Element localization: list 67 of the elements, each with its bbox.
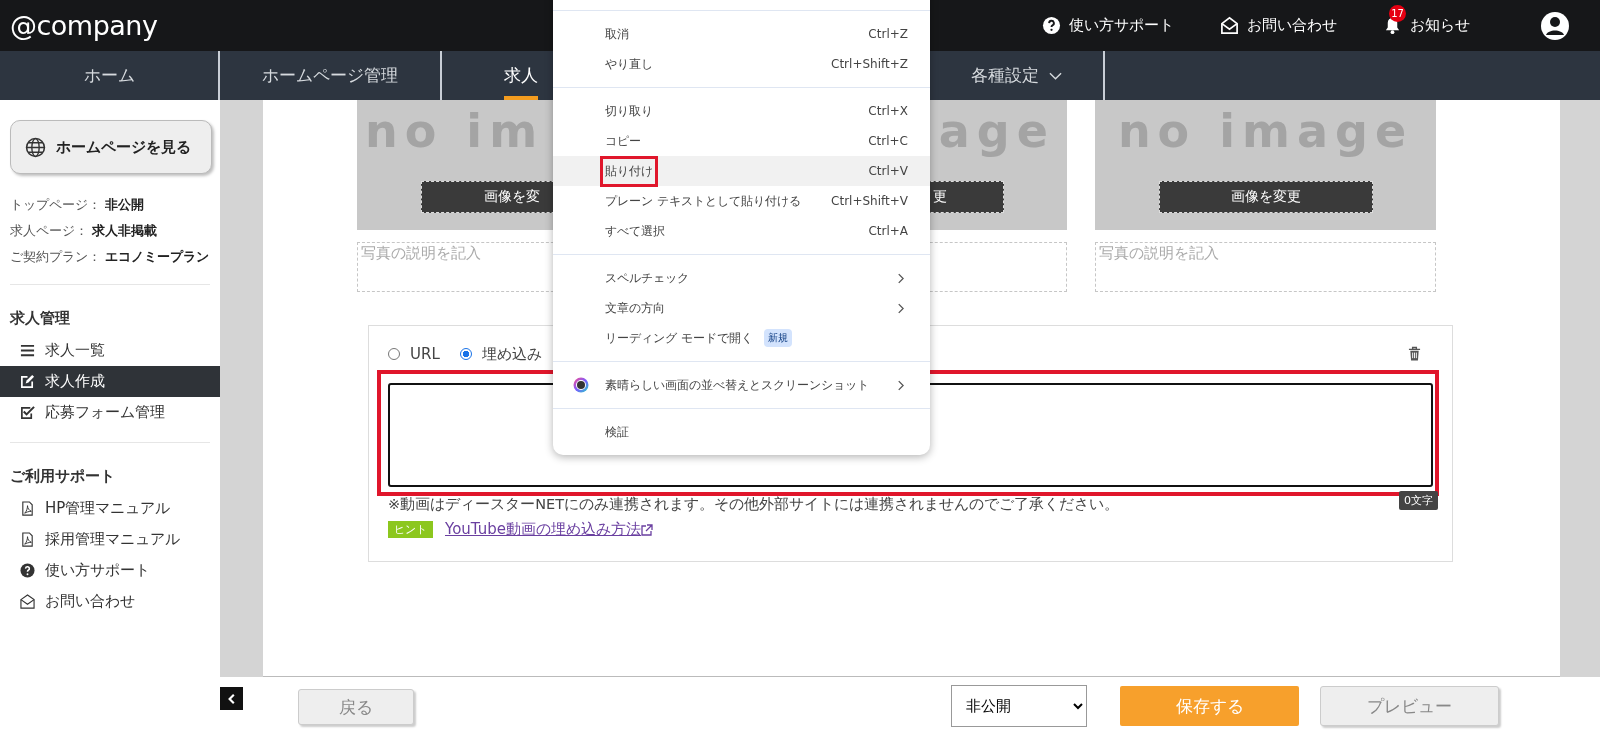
menu-item[interactable]: やり直し Ctrl+Shift+Z — [553, 49, 930, 79]
sidebar-item[interactable]: 応募フォーム管理 — [0, 397, 220, 428]
envelope-icon — [20, 594, 35, 609]
status-select[interactable]: 非公開 — [951, 685, 1087, 727]
app-icon — [573, 377, 589, 393]
shortcut-text: Ctrl+Z — [868, 27, 908, 41]
menu-item[interactable]: 文章の方向 — [553, 293, 930, 323]
menu-item[interactable]: 素晴らしい画面の並べ替えとスクリーンショット — [553, 370, 930, 400]
trash-icon[interactable] — [1408, 346, 1421, 362]
chevron-right-icon — [897, 302, 904, 314]
character-count: 0文字 — [1399, 491, 1438, 510]
shortcut-text: Ctrl+X — [868, 104, 908, 118]
document-icon — [20, 532, 35, 547]
sidebar-item[interactable]: お問い合わせ — [0, 586, 220, 617]
change-image-button[interactable]: 画像を変更 — [1158, 181, 1373, 213]
sidebar-item[interactable]: 採用管理マニュアル — [0, 524, 220, 555]
menu-item[interactable]: コピー Ctrl+C — [553, 126, 930, 156]
status-label: ご契約プラン： — [10, 248, 101, 266]
header-link[interactable]: お問い合わせ — [1220, 2, 1337, 49]
help-link[interactable]: YouTube動画の埋め込み方法 — [445, 520, 641, 539]
shortcut-text: Ctrl+A — [868, 224, 908, 238]
hint-badge: ヒント — [388, 521, 433, 538]
shortcut-text: Ctrl+Shift+Z — [831, 57, 908, 71]
collapse-button[interactable] — [220, 687, 243, 710]
company-logo[interactable]: @company — [10, 10, 158, 41]
chevron-right-icon — [897, 272, 904, 284]
shortcut-text: Ctrl+Shift+V — [831, 194, 908, 208]
sidebar-item[interactable]: 求人一覧 — [0, 335, 220, 366]
status-value: 非公開 — [105, 196, 144, 214]
menu-item[interactable]: 貼り付け Ctrl+V — [553, 156, 930, 186]
sidebar-item[interactable]: 使い方サポート — [0, 555, 220, 586]
sidebar-item[interactable]: HP管理マニュアル — [0, 493, 220, 524]
menu-item[interactable]: 切り取り Ctrl+X — [553, 96, 930, 126]
menu-item[interactable]: リーディング モードで開く 新規 — [553, 323, 930, 353]
avatar-icon[interactable] — [1540, 10, 1570, 41]
new-badge: 新規 — [763, 329, 792, 347]
help-icon — [1042, 16, 1061, 35]
document-icon — [20, 501, 35, 516]
status-label: 求人ページ： — [10, 222, 88, 240]
note-text: ※動画はディースターNETにのみ連携されます。その他外部サイトには連携されませんのでご了承ください。 — [388, 495, 1119, 514]
status-label: トップページ： — [10, 196, 101, 214]
status-value: エコノミープラン — [105, 248, 209, 266]
menu-item[interactable]: 検証 — [553, 417, 930, 447]
header-link[interactable]: 使い方サポート — [1042, 2, 1174, 49]
sidebar-item[interactable]: 求人作成 — [0, 366, 220, 397]
chevron-right-icon — [897, 379, 904, 391]
view-homepage-button[interactable]: ホームページを見る — [10, 120, 212, 174]
shortcut-text: Ctrl+V — [868, 164, 908, 178]
checkbox-icon — [20, 405, 35, 420]
notification-count: 17 — [1389, 5, 1406, 22]
envelope-icon — [1220, 16, 1239, 35]
header-link[interactable]: 17 お知らせ — [1383, 2, 1470, 49]
radio-button[interactable] — [459, 348, 472, 360]
section-title: 求人管理 — [8, 307, 71, 329]
radio-button[interactable] — [388, 348, 400, 360]
list-icon — [20, 343, 35, 358]
radio-option[interactable]: URL — [388, 345, 440, 363]
caption-field[interactable]: 写真の説明を記入 — [1095, 242, 1436, 292]
globe-icon — [25, 136, 46, 158]
edit-icon — [20, 374, 35, 389]
radio-option[interactable]: 埋め込み — [459, 344, 542, 364]
section-title: ご利用サポート — [9, 465, 116, 487]
menu-item[interactable]: 取消 Ctrl+Z — [553, 19, 930, 49]
status-value: 求人非掲載 — [92, 222, 157, 240]
help-icon — [20, 563, 35, 578]
external-link-icon — [641, 523, 653, 536]
shortcut-text: Ctrl+C — [868, 134, 908, 148]
